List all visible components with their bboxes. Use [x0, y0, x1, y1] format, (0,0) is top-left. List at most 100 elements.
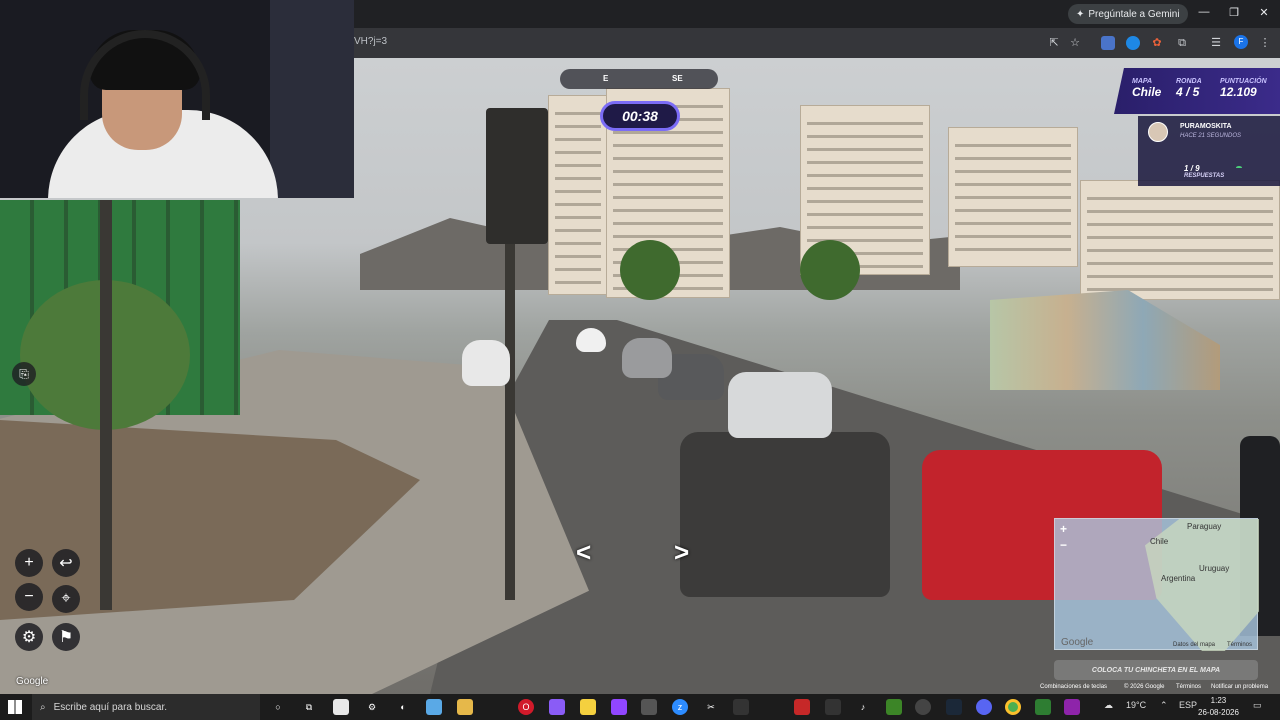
tray-chevron-icon[interactable]: ⌃: [1160, 700, 1168, 711]
address-bar[interactable]: VH?j=3: [354, 36, 387, 47]
app-icon[interactable]: [733, 699, 749, 715]
points-column: PUNTUACIÓN 12.109: [1220, 78, 1267, 99]
bookmark-star-icon[interactable]: ☆: [1068, 36, 1082, 50]
compass: E SE: [560, 69, 718, 89]
round-value: 4 / 5: [1176, 85, 1200, 99]
settings-gear-icon[interactable]: ⚙: [364, 699, 380, 715]
player-avatar: [1148, 122, 1168, 142]
twitch-icon[interactable]: [611, 699, 627, 715]
map-terms-link[interactable]: Términos: [1227, 642, 1252, 648]
google-watermark: Google: [16, 676, 49, 687]
map-label: MAPA: [1132, 78, 1153, 85]
weather-icon[interactable]: ☁: [1104, 700, 1113, 711]
round-label: RONDA: [1176, 78, 1202, 85]
car-silver: [728, 372, 832, 438]
zoom-out-button[interactable]: −: [15, 583, 43, 611]
guesses-panel: PURAMOSKITA HACE 21 SEGUNDOS 1 / 9 RESPU…: [1138, 116, 1280, 186]
app-icon[interactable]: [426, 699, 442, 715]
translate-extension-icon[interactable]: [1101, 36, 1115, 50]
menu-dots-icon[interactable]: ⋮: [1258, 36, 1272, 50]
map-data-link[interactable]: Datos del mapa: [1173, 642, 1215, 648]
return-to-start-button[interactable]: ⌖: [52, 585, 80, 613]
discord-icon[interactable]: [976, 699, 992, 715]
van: [462, 340, 510, 386]
extension-icon[interactable]: ✿: [1150, 36, 1164, 50]
place-pin-button[interactable]: COLOCA TU CHINCHETA EN EL MAPA: [1054, 660, 1258, 680]
tiktok-icon[interactable]: ♪: [855, 699, 871, 715]
clock-time: 1:23: [1210, 696, 1227, 705]
terms-link[interactable]: Términos: [1176, 684, 1201, 690]
windows-start-icon[interactable]: [8, 700, 22, 714]
extension-icon[interactable]: [1126, 36, 1140, 50]
shortcuts-link[interactable]: Combinaciones de teclas: [1040, 684, 1107, 690]
car: [576, 328, 606, 352]
car: [622, 338, 672, 378]
webcam-overlay: [0, 0, 354, 198]
notification-icon[interactable]: ▭: [1253, 700, 1262, 711]
app-icon[interactable]: [641, 699, 657, 715]
app-icon[interactable]: ◐: [395, 699, 411, 715]
minimap-label: Argentina: [1161, 574, 1196, 583]
weather-temp[interactable]: 19°C: [1126, 700, 1146, 710]
checkpoint-flag-button[interactable]: ⚑: [52, 623, 80, 651]
minimap-zoom-in[interactable]: +: [1060, 522, 1067, 536]
taskbar-search[interactable]: ⌕ Escribe aquí para buscar.: [32, 694, 260, 720]
map-value: Chile: [1132, 85, 1162, 99]
app-icon[interactable]: [915, 699, 931, 715]
car-dark: [680, 432, 890, 597]
mural-wall: [990, 290, 1220, 390]
loading-spinner-icon: [1236, 166, 1242, 169]
compass-east: E: [603, 74, 609, 83]
share-button[interactable]: ⎘: [12, 362, 36, 386]
settings-button[interactable]: ⚙: [15, 623, 43, 651]
minimap-label: Chile: [1150, 537, 1169, 546]
search-icon: ⌕: [40, 701, 46, 713]
app-icon[interactable]: [794, 699, 810, 715]
steam-icon[interactable]: [946, 699, 962, 715]
chrome-icon[interactable]: [1005, 699, 1021, 715]
folder-icon[interactable]: [457, 699, 473, 715]
close-button[interactable]: ✕: [1256, 6, 1272, 19]
traffic-pole: [505, 220, 515, 600]
restore-button[interactable]: ❐: [1226, 6, 1242, 19]
taskbar-clock[interactable]: 1:23 26-08-2026: [1198, 695, 1239, 719]
app-icon[interactable]: [549, 699, 565, 715]
screen: ✦ Pregúntale a Gemini — ❐ ✕ VH?j=3 ⇱ ☆ ✿…: [0, 0, 1280, 720]
file-icon[interactable]: [333, 699, 349, 715]
undo-move-button[interactable]: ↩: [52, 549, 80, 577]
windows-taskbar: ⌕ Escribe aquí para buscar. ○ ⧉ ⚙ ◐ O z …: [0, 694, 1280, 720]
nav-arrow-left[interactable]: <: [576, 537, 591, 568]
zoom-in-button[interactable]: +: [15, 549, 43, 577]
tree: [620, 240, 680, 300]
search-placeholder: Escribe aquí para buscar.: [53, 701, 168, 713]
notes-icon[interactable]: [580, 699, 596, 715]
task-view-icon[interactable]: ⧉: [301, 699, 317, 715]
zoom-icon[interactable]: z: [672, 699, 688, 715]
puzzle-icon[interactable]: ⧉: [1175, 36, 1189, 50]
minimap-google-logo: Google: [1061, 637, 1094, 648]
app-icon[interactable]: [1035, 699, 1051, 715]
building: [1080, 180, 1280, 300]
gemini-button[interactable]: ✦ Pregúntale a Gemini: [1068, 4, 1188, 24]
language-indicator[interactable]: ESP: [1179, 700, 1197, 710]
minimap-label: Paraguay: [1187, 522, 1222, 531]
minimap-zoom-out[interactable]: −: [1060, 538, 1067, 552]
guess-count-label: RESPUESTAS: [1184, 173, 1225, 179]
compass-southeast: SE: [672, 74, 683, 83]
gemini-label: Pregúntale a Gemini: [1088, 8, 1180, 20]
app-icon[interactable]: [1064, 699, 1080, 715]
minimize-button[interactable]: —: [1196, 6, 1212, 18]
nav-arrow-right[interactable]: >: [674, 537, 689, 568]
capcut-icon[interactable]: ✂: [703, 699, 719, 715]
cortana-icon[interactable]: ○: [270, 699, 286, 715]
install-icon[interactable]: ⇱: [1047, 36, 1061, 50]
opera-icon[interactable]: O: [518, 699, 534, 715]
tab-search-icon[interactable]: ☰: [1209, 36, 1223, 50]
profile-avatar[interactable]: F: [1234, 35, 1248, 49]
guess-minimap[interactable]: Paraguay Chile Uruguay Argentina Google …: [1054, 518, 1259, 651]
minecraft-icon[interactable]: [886, 699, 902, 715]
webcam-background: [270, 0, 354, 198]
app-icon[interactable]: [825, 699, 841, 715]
pole: [100, 200, 112, 610]
report-problem-link[interactable]: Notificar un problema: [1211, 684, 1268, 690]
